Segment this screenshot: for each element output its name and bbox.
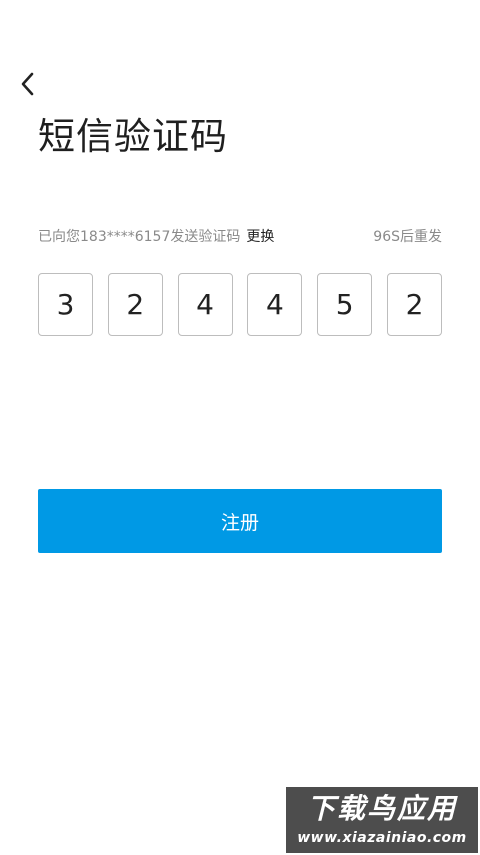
code-digit-box[interactable]: 2 bbox=[107, 273, 163, 336]
code-digit-box[interactable]: 2 bbox=[387, 273, 442, 336]
watermark-logo-text: 下载鸟应用 bbox=[306, 792, 457, 825]
code-digit-box[interactable]: 4 bbox=[247, 273, 303, 336]
site-watermark: 下载鸟应用 www.xiazainiao.com bbox=[286, 787, 478, 853]
sms-sent-info: 已向您183****6157发送验证码 更换 bbox=[38, 226, 274, 248]
verification-code-input[interactable]: 3 2 4 4 5 2 bbox=[38, 273, 442, 338]
resend-countdown[interactable]: 96S后重发 bbox=[373, 226, 442, 248]
code-digit-box[interactable]: 3 bbox=[38, 273, 93, 336]
watermark-url: www.xiazainiao.com bbox=[297, 830, 467, 846]
chevron-left-icon bbox=[21, 72, 34, 96]
code-digit-box[interactable]: 5 bbox=[317, 273, 373, 336]
back-button[interactable] bbox=[14, 70, 42, 98]
code-digit-box[interactable]: 4 bbox=[177, 273, 233, 336]
page-title: 短信验证码 bbox=[38, 115, 228, 158]
change-number-link[interactable]: 更换 bbox=[246, 229, 274, 245]
sent-message-text: 已向您183****6157发送验证码 bbox=[38, 229, 241, 245]
register-button[interactable]: 注册 bbox=[38, 489, 442, 553]
sms-info-row: 已向您183****6157发送验证码 更换 96S后重发 bbox=[38, 226, 442, 248]
